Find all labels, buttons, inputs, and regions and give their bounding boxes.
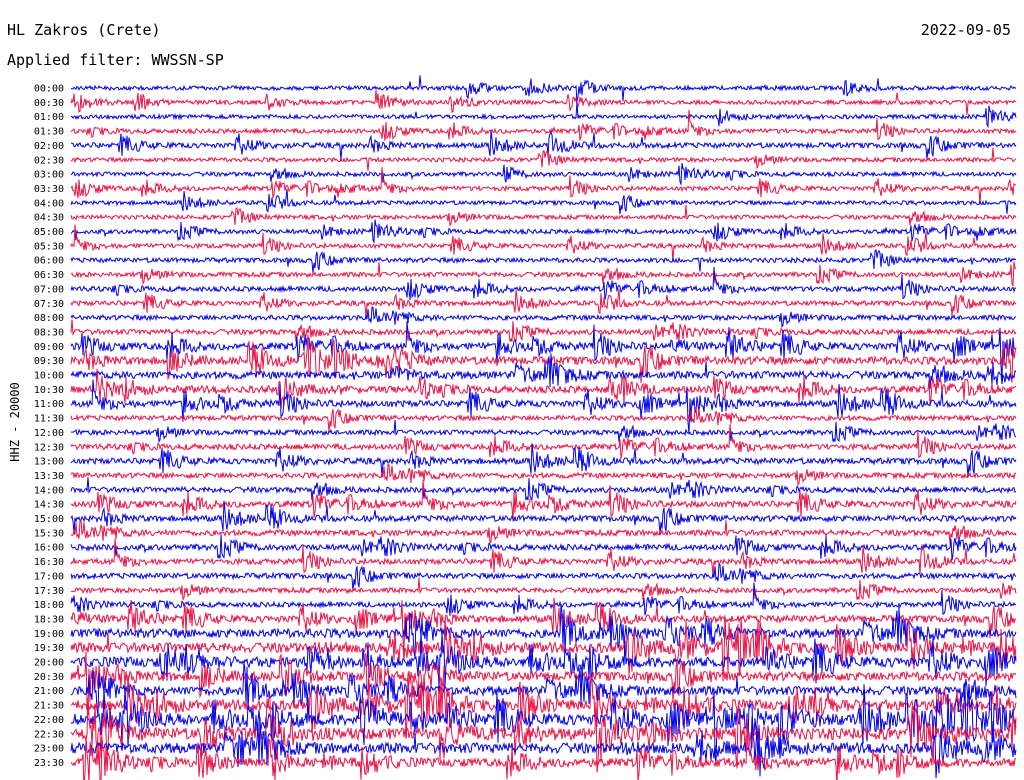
row-label: 02:00 — [34, 141, 64, 152]
row-label: 11:00 — [34, 399, 64, 410]
seismic-trace — [70, 90, 1017, 116]
row-label: 19:30 — [34, 643, 64, 654]
seismic-trace — [70, 424, 1017, 459]
seismic-trace — [70, 577, 1017, 601]
row-label: 15:00 — [34, 514, 64, 525]
row-label: 01:30 — [34, 127, 64, 138]
seismic-trace — [70, 519, 1017, 545]
row-label: 02:30 — [34, 155, 64, 166]
seismic-trace — [70, 75, 1017, 102]
seismic-trace — [70, 306, 1017, 329]
row-label: 23:00 — [34, 744, 64, 755]
seismic-trace — [70, 630, 1017, 690]
row-label: 01:00 — [34, 112, 64, 123]
row-label: 12:00 — [34, 428, 64, 439]
seismic-trace — [70, 477, 1017, 501]
seismic-trace — [70, 406, 1017, 432]
row-label: 07:30 — [34, 299, 64, 310]
row-label: 21:00 — [34, 686, 64, 697]
row-label: 20:00 — [34, 658, 64, 669]
row-label: 13:00 — [34, 457, 64, 468]
seismic-trace — [70, 419, 1017, 443]
row-label: 18:00 — [34, 600, 64, 611]
row-label: 03:00 — [34, 170, 64, 181]
seismic-trace — [70, 534, 1017, 561]
seismic-trace — [70, 266, 1017, 301]
row-label: 17:00 — [34, 571, 64, 582]
row-label: 00:30 — [34, 98, 64, 109]
seismic-trace — [70, 319, 1017, 343]
row-label: 14:30 — [34, 500, 64, 511]
row-label: 10:00 — [34, 371, 64, 382]
row-label: 11:30 — [34, 414, 64, 425]
row-label: 08:30 — [34, 327, 64, 338]
row-label: 15:30 — [34, 528, 64, 539]
row-label: 22:00 — [34, 715, 64, 726]
row-label: 05:30 — [34, 241, 64, 252]
row-label: 06:30 — [34, 270, 64, 281]
row-label: 00:00 — [34, 84, 64, 95]
row-label: 20:30 — [34, 672, 64, 683]
row-label: 07:00 — [34, 284, 64, 295]
row-label: 06:00 — [34, 256, 64, 267]
row-label: 21:30 — [34, 701, 64, 712]
row-label: 03:30 — [34, 184, 64, 195]
row-label: 14:00 — [34, 485, 64, 496]
seismic-trace — [70, 147, 1017, 171]
seismogram-plot: 00:00 00:30 01:00 01:30 02:00 02:30 03:00 03:30… — [34, 75, 1017, 780]
row-label: 23:30 — [34, 758, 64, 769]
row-label: 13:30 — [34, 471, 64, 482]
row-label: 08:00 — [34, 313, 64, 324]
row-label: 12:30 — [34, 442, 64, 453]
row-label: 05:00 — [34, 227, 64, 238]
seismic-trace — [70, 162, 1017, 186]
row-label-group: 00:00 00:30 01:00 01:30 02:00 02:30 03:00 03:30… — [34, 84, 64, 769]
trace-group — [70, 75, 1017, 780]
seismic-trace — [70, 538, 1017, 578]
row-label: 17:30 — [34, 586, 64, 597]
seismic-trace — [71, 101, 1017, 129]
row-label: 09:30 — [34, 356, 64, 367]
row-label: 19:00 — [34, 629, 64, 640]
seismic-trace — [70, 130, 1017, 161]
seismic-trace — [70, 288, 1017, 319]
row-label: 16:00 — [34, 543, 64, 554]
row-label: 04:30 — [34, 213, 64, 224]
row-label: 10:30 — [34, 385, 64, 396]
seismic-trace — [70, 219, 1017, 245]
seismic-trace — [70, 109, 1017, 141]
row-label: 09:00 — [34, 342, 64, 353]
row-label: 18:30 — [34, 614, 64, 625]
row-label: 22:30 — [34, 729, 64, 740]
seismic-trace — [70, 204, 1017, 227]
row-label: 04:00 — [34, 198, 64, 209]
seismic-trace — [70, 248, 1017, 273]
row-label: 16:30 — [34, 557, 64, 568]
